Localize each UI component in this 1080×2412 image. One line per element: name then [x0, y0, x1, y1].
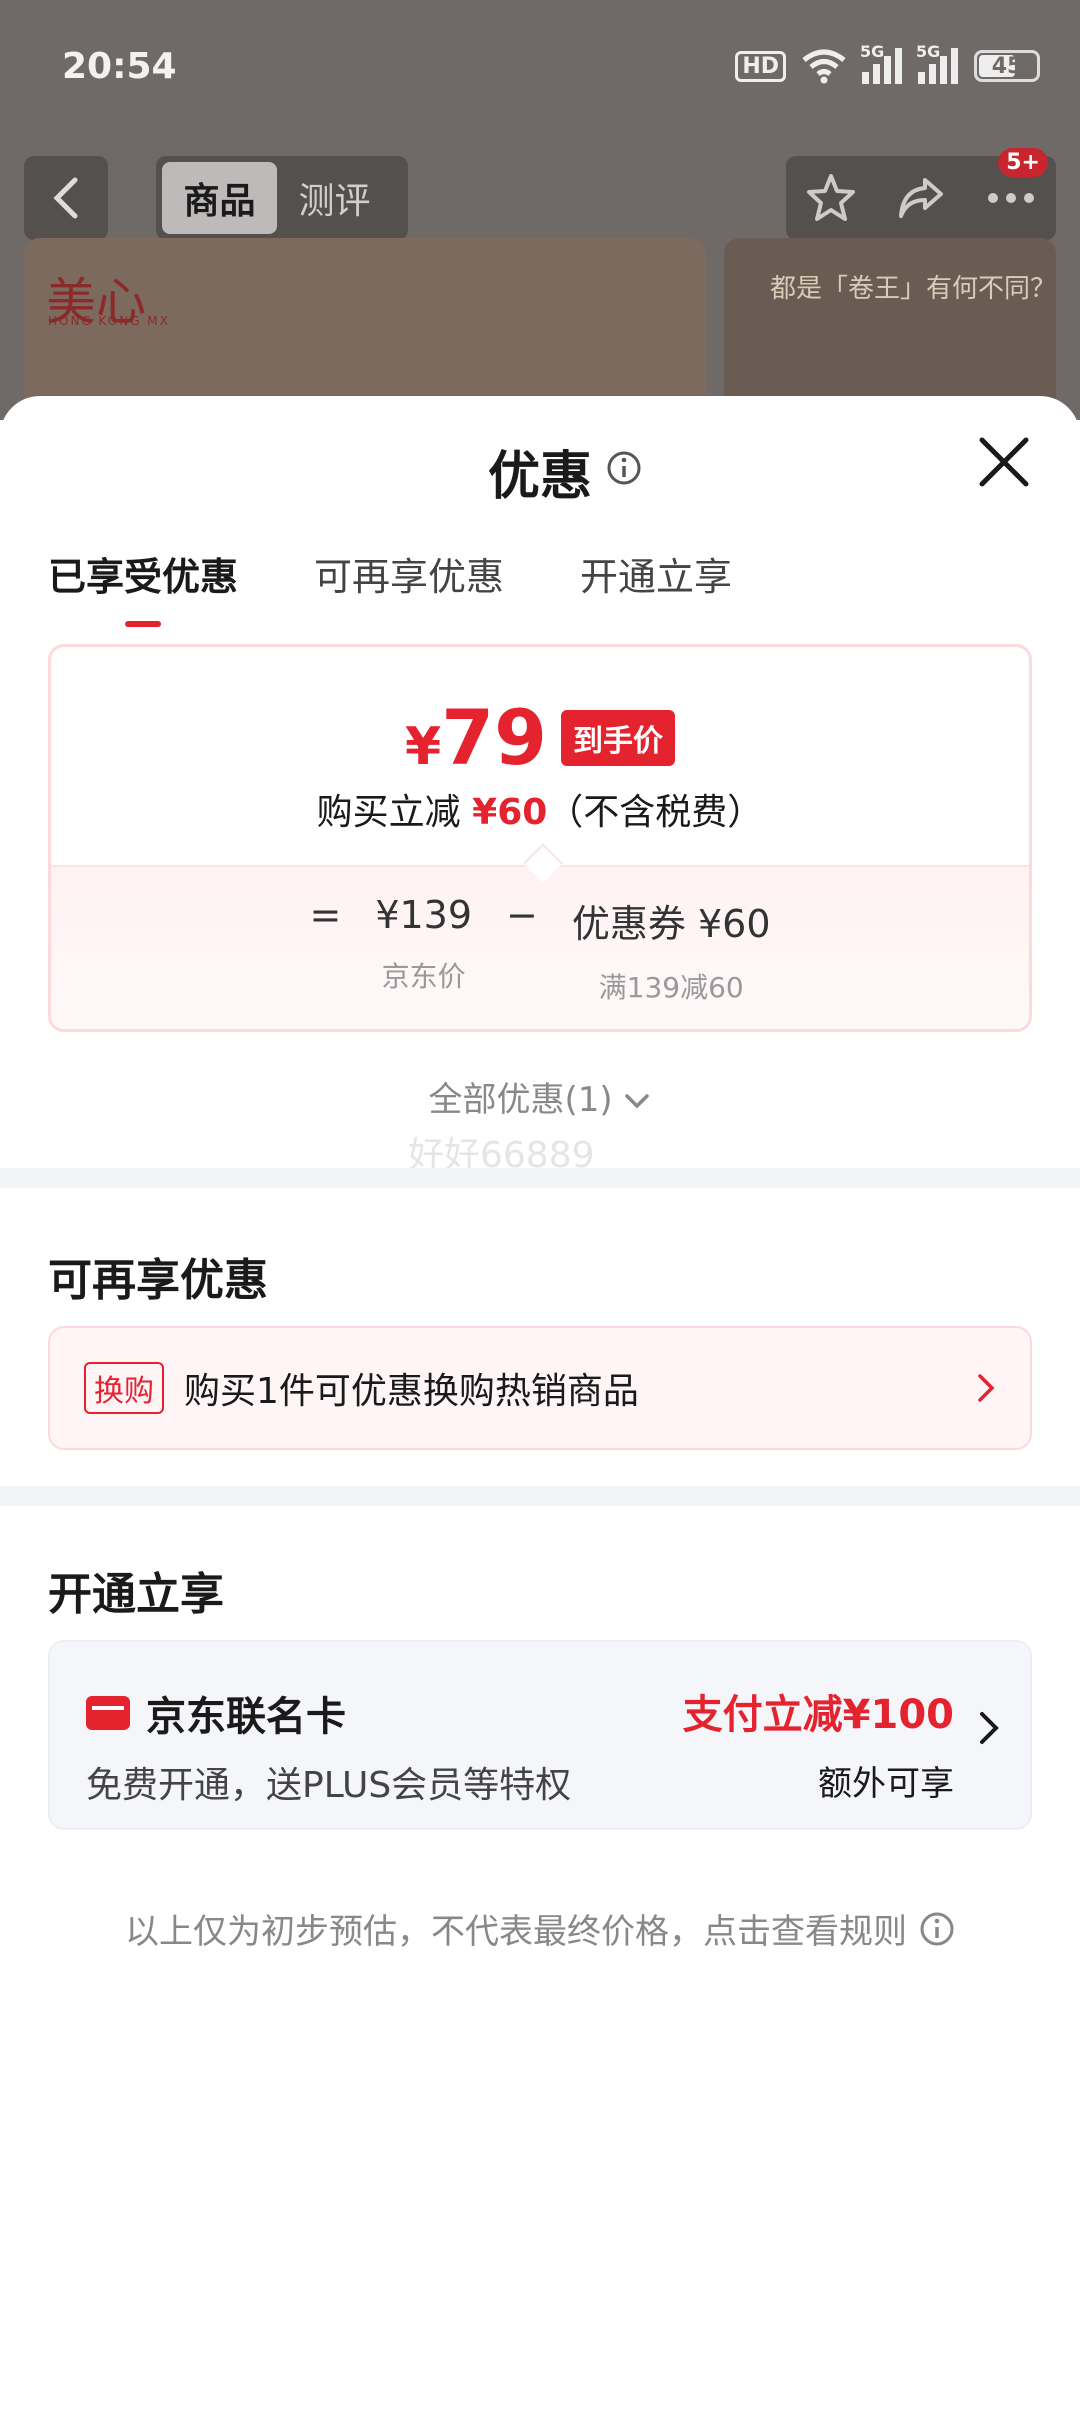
sheet-header: 优惠: [0, 396, 1080, 526]
share-icon[interactable]: [895, 172, 947, 224]
product-actions: 5+: [786, 148, 1056, 240]
final-price-amount: ¥79: [405, 693, 547, 782]
back-button[interactable]: [24, 156, 108, 240]
chevron-down-icon: [625, 1093, 650, 1108]
star-icon[interactable]: [805, 172, 857, 224]
info-icon[interactable]: [606, 450, 642, 486]
offer-tabs: 已享受优惠 可再享优惠 开通立享: [48, 546, 732, 627]
wifi-icon: [802, 49, 846, 84]
section-divider: [0, 1486, 1080, 1506]
tab-more-offers[interactable]: 可再享优惠: [314, 546, 504, 627]
chevron-right-icon: [980, 1712, 999, 1744]
card-extra: 额外可享: [818, 1764, 954, 1804]
status-bar: 20:54 HD 5G 5G 45: [0, 0, 1080, 140]
brand-logo-en: HONG KONG MX: [48, 314, 170, 328]
minus-sign: −: [506, 893, 538, 937]
credit-card-icon: [86, 1696, 130, 1730]
background-page: 20:54 HD 5G 5G 45 商品 测评 5+ 美心 HONG KONG …: [0, 0, 1080, 420]
promo-text: 都是「卷王」有何不同？: [770, 274, 1056, 304]
coupon-amount: 优惠券 ¥60: [571, 902, 771, 946]
promo-banner[interactable]: 都是「卷王」有何不同？: [724, 238, 1056, 420]
swap-tag: 换购: [84, 1362, 164, 1414]
all-offers-toggle[interactable]: 全部优惠(1): [0, 1072, 1080, 1121]
tab-activate-offers[interactable]: 开通立享: [580, 546, 732, 627]
card-description: 免费开通，送PLUS会员等特权: [86, 1765, 572, 1806]
battery-icon: 45: [974, 50, 1040, 82]
equals-sign: =: [309, 893, 342, 937]
signal-icon-1: 5G: [860, 42, 902, 84]
price-breakdown-card: ¥79 到手价 购买立减 ¥60（不含税费） = ¥139 京东价 − 优惠券 …: [48, 644, 1032, 1032]
final-price: ¥79 到手价: [51, 693, 1029, 782]
info-icon: [920, 1912, 954, 1945]
sheet-title: 优惠: [487, 447, 592, 507]
disclaimer[interactable]: 以上仅为初步预估，不代表最终价格，点击查看规则: [0, 1904, 1080, 1953]
close-icon[interactable]: [976, 434, 1032, 490]
swap-offer-text: 购买1件可优惠换购热销商品: [184, 1371, 639, 1412]
more-icon[interactable]: [985, 190, 1037, 206]
base-price: ¥139: [375, 893, 473, 937]
status-icons: HD 5G 5G 45: [735, 42, 1040, 84]
price-formula: = ¥139 京东价 − 优惠券 ¥60 满139减60: [51, 843, 1029, 1029]
card-reduce: 支付立减¥100: [682, 1692, 954, 1738]
activate-offers-title: 开通立享: [48, 1569, 224, 1620]
co-brand-card-offer[interactable]: 京东联名卡 免费开通，送PLUS会员等特权 支付立减¥100 额外可享: [48, 1640, 1032, 1830]
final-price-tag: 到手价: [560, 709, 675, 766]
signal-icon-2: 5G: [916, 42, 958, 84]
product-nav: 商品 测评 5+: [0, 148, 1080, 240]
coupon-condition: 满139减60: [598, 971, 744, 1004]
card-name: 京东联名卡: [146, 1694, 346, 1740]
disclaimer-text: 以上仅为初步预估，不代表最终价格，点击查看规则: [125, 1912, 907, 1952]
offers-sheet: 优惠 已享受优惠 可再享优惠 开通立享 ¥79 到手价 购买立减 ¥60（不含税…: [0, 396, 1080, 2412]
chevron-left-icon: [53, 177, 78, 219]
status-time: 20:54: [62, 46, 177, 87]
chevron-right-icon: [978, 1374, 995, 1402]
tab-enjoyed-offers[interactable]: 已享受优惠: [48, 546, 238, 627]
tab-product[interactable]: 商品: [162, 162, 277, 234]
tab-review[interactable]: 测评: [277, 162, 392, 234]
base-price-label: 京东价: [381, 960, 466, 993]
product-banner[interactable]: 美心 HONG KONG MX: [24, 238, 706, 420]
reduce-summary: 购买立减 ¥60（不含税费）: [316, 792, 764, 833]
message-badge: 5+: [998, 148, 1048, 177]
hd-icon: HD: [735, 50, 786, 82]
swap-offer-row[interactable]: 换购 购买1件可优惠换购热销商品: [48, 1326, 1032, 1450]
product-tab-switch: 商品 测评: [156, 156, 408, 240]
section-divider: [0, 1168, 1080, 1188]
more-offers-title: 可再享优惠: [48, 1255, 268, 1306]
